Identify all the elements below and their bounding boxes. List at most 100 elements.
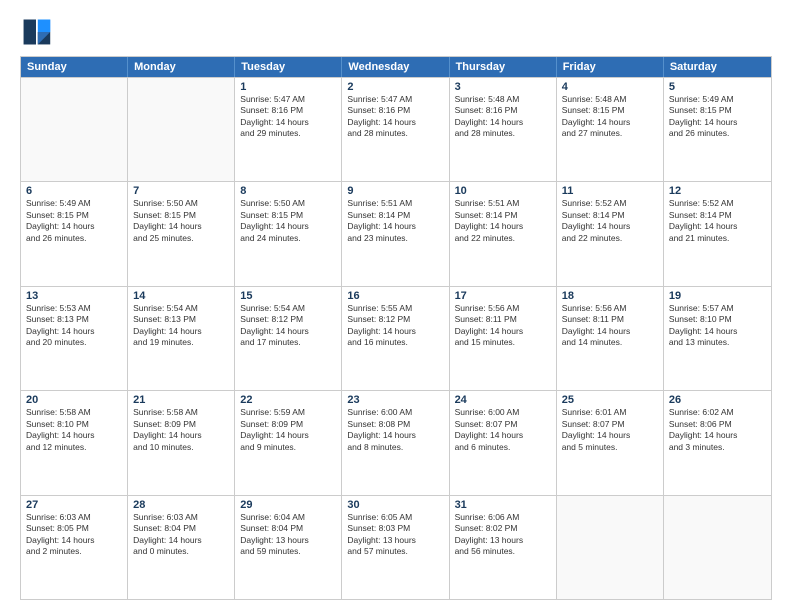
cell-line: Daylight: 14 hours <box>347 326 443 337</box>
cell-line: Sunrise: 5:51 AM <box>347 198 443 209</box>
cell-line: Sunrise: 5:50 AM <box>240 198 336 209</box>
cell-line: Sunrise: 6:00 AM <box>347 407 443 418</box>
day-cell-13: 13Sunrise: 5:53 AMSunset: 8:13 PMDayligh… <box>21 287 128 390</box>
day-number: 26 <box>669 394 766 406</box>
cell-line: Sunrise: 5:56 AM <box>455 303 551 314</box>
day-cell-11: 11Sunrise: 5:52 AMSunset: 8:14 PMDayligh… <box>557 182 664 285</box>
day-cell-29: 29Sunrise: 6:04 AMSunset: 8:04 PMDayligh… <box>235 496 342 599</box>
cell-line: Sunrise: 5:47 AM <box>240 94 336 105</box>
day-cell-18: 18Sunrise: 5:56 AMSunset: 8:11 PMDayligh… <box>557 287 664 390</box>
cell-line: Daylight: 14 hours <box>455 117 551 128</box>
day-number: 21 <box>133 394 229 406</box>
day-cell-20: 20Sunrise: 5:58 AMSunset: 8:10 PMDayligh… <box>21 391 128 494</box>
cell-line: and 13 minutes. <box>669 337 766 348</box>
empty-cell-4-6 <box>664 496 771 599</box>
cell-line: Daylight: 14 hours <box>26 535 122 546</box>
cell-line: Sunset: 8:12 PM <box>240 314 336 325</box>
cell-line: Daylight: 14 hours <box>455 221 551 232</box>
cell-line: Daylight: 14 hours <box>669 117 766 128</box>
cell-line: Sunset: 8:14 PM <box>455 210 551 221</box>
day-number: 23 <box>347 394 443 406</box>
cell-line: Sunrise: 5:57 AM <box>669 303 766 314</box>
day-number: 15 <box>240 290 336 302</box>
cell-line: Sunrise: 5:47 AM <box>347 94 443 105</box>
cell-line: Sunrise: 6:06 AM <box>455 512 551 523</box>
cell-line: Daylight: 13 hours <box>455 535 551 546</box>
cell-line: and 3 minutes. <box>669 442 766 453</box>
cell-line: Sunset: 8:04 PM <box>133 523 229 534</box>
day-number: 4 <box>562 81 658 93</box>
day-number: 13 <box>26 290 122 302</box>
logo <box>20 16 56 48</box>
day-cell-28: 28Sunrise: 6:03 AMSunset: 8:04 PMDayligh… <box>128 496 235 599</box>
day-number: 10 <box>455 185 551 197</box>
cell-line: Sunset: 8:12 PM <box>347 314 443 325</box>
cell-line: Sunset: 8:10 PM <box>669 314 766 325</box>
day-number: 24 <box>455 394 551 406</box>
cell-line: Daylight: 14 hours <box>455 430 551 441</box>
cell-line: Daylight: 14 hours <box>240 430 336 441</box>
cell-line: and 10 minutes. <box>133 442 229 453</box>
cell-line: and 29 minutes. <box>240 128 336 139</box>
day-cell-26: 26Sunrise: 6:02 AMSunset: 8:06 PMDayligh… <box>664 391 771 494</box>
day-number: 3 <box>455 81 551 93</box>
cell-line: Sunset: 8:11 PM <box>562 314 658 325</box>
day-number: 28 <box>133 499 229 511</box>
cell-line: Daylight: 14 hours <box>26 221 122 232</box>
cell-line: Sunrise: 6:02 AM <box>669 407 766 418</box>
day-cell-30: 30Sunrise: 6:05 AMSunset: 8:03 PMDayligh… <box>342 496 449 599</box>
calendar-header: SundayMondayTuesdayWednesdayThursdayFrid… <box>21 57 771 77</box>
day-number: 31 <box>455 499 551 511</box>
cell-line: and 16 minutes. <box>347 337 443 348</box>
cell-line: and 12 minutes. <box>26 442 122 453</box>
cell-line: Sunset: 8:16 PM <box>455 105 551 116</box>
day-cell-15: 15Sunrise: 5:54 AMSunset: 8:12 PMDayligh… <box>235 287 342 390</box>
cell-line: Sunset: 8:10 PM <box>26 419 122 430</box>
cell-line: Sunrise: 5:49 AM <box>26 198 122 209</box>
day-cell-7: 7Sunrise: 5:50 AMSunset: 8:15 PMDaylight… <box>128 182 235 285</box>
cell-line: Daylight: 14 hours <box>455 326 551 337</box>
cell-line: and 28 minutes. <box>347 128 443 139</box>
cell-line: Daylight: 14 hours <box>562 117 658 128</box>
day-cell-12: 12Sunrise: 5:52 AMSunset: 8:14 PMDayligh… <box>664 182 771 285</box>
cell-line: Daylight: 14 hours <box>562 326 658 337</box>
day-number: 2 <box>347 81 443 93</box>
cell-line: and 57 minutes. <box>347 546 443 557</box>
cell-line: Sunset: 8:14 PM <box>562 210 658 221</box>
cell-line: Daylight: 13 hours <box>347 535 443 546</box>
day-cell-19: 19Sunrise: 5:57 AMSunset: 8:10 PMDayligh… <box>664 287 771 390</box>
cell-line: and 26 minutes. <box>669 128 766 139</box>
header <box>20 16 772 48</box>
header-day-wednesday: Wednesday <box>342 57 449 77</box>
cell-line: Sunset: 8:15 PM <box>669 105 766 116</box>
week-row-2: 13Sunrise: 5:53 AMSunset: 8:13 PMDayligh… <box>21 286 771 390</box>
cell-line: and 26 minutes. <box>26 233 122 244</box>
cell-line: Sunset: 8:06 PM <box>669 419 766 430</box>
cell-line: Sunset: 8:15 PM <box>133 210 229 221</box>
cell-line: and 2 minutes. <box>26 546 122 557</box>
cell-line: Daylight: 14 hours <box>347 221 443 232</box>
header-day-monday: Monday <box>128 57 235 77</box>
cell-line: Sunset: 8:08 PM <box>347 419 443 430</box>
day-cell-22: 22Sunrise: 5:59 AMSunset: 8:09 PMDayligh… <box>235 391 342 494</box>
day-number: 27 <box>26 499 122 511</box>
day-cell-9: 9Sunrise: 5:51 AMSunset: 8:14 PMDaylight… <box>342 182 449 285</box>
cell-line: Daylight: 14 hours <box>562 430 658 441</box>
day-cell-27: 27Sunrise: 6:03 AMSunset: 8:05 PMDayligh… <box>21 496 128 599</box>
cell-line: and 28 minutes. <box>455 128 551 139</box>
cell-line: Daylight: 14 hours <box>133 326 229 337</box>
cell-line: Sunrise: 6:05 AM <box>347 512 443 523</box>
cell-line: Sunrise: 5:53 AM <box>26 303 122 314</box>
cell-line: Daylight: 13 hours <box>240 535 336 546</box>
cell-line: Daylight: 14 hours <box>240 326 336 337</box>
cell-line: Sunrise: 5:54 AM <box>133 303 229 314</box>
day-number: 16 <box>347 290 443 302</box>
cell-line: Sunrise: 5:51 AM <box>455 198 551 209</box>
header-day-friday: Friday <box>557 57 664 77</box>
cell-line: Daylight: 14 hours <box>240 221 336 232</box>
cell-line: and 22 minutes. <box>455 233 551 244</box>
cell-line: Sunset: 8:05 PM <box>26 523 122 534</box>
day-number: 19 <box>669 290 766 302</box>
cell-line: and 22 minutes. <box>562 233 658 244</box>
cell-line: Daylight: 14 hours <box>347 117 443 128</box>
